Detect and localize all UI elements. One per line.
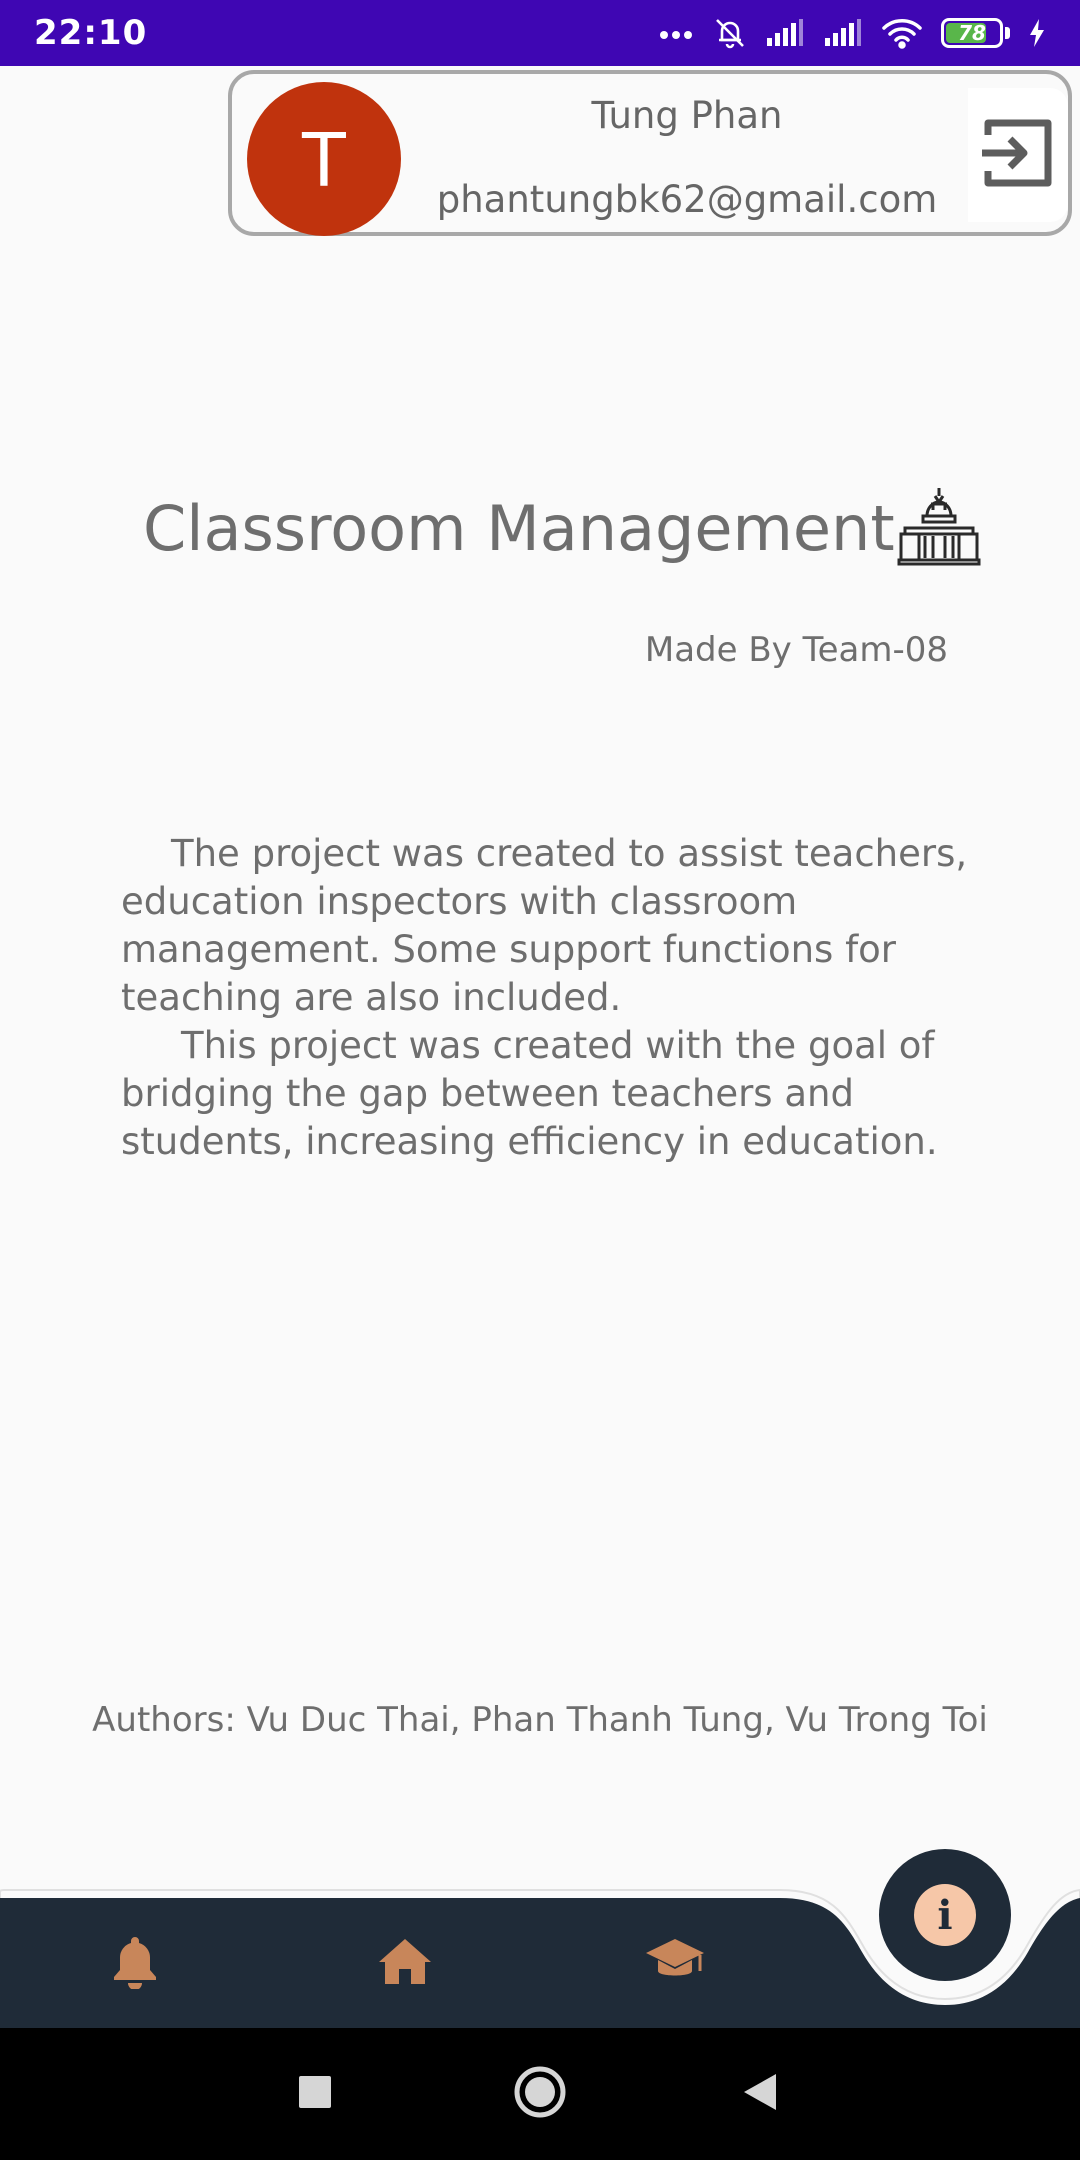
signal-icon	[823, 18, 863, 48]
info-icon: i	[914, 1884, 976, 1946]
wifi-icon	[881, 17, 923, 49]
description-paragraph: This project was created with the goal o…	[121, 1024, 938, 1163]
subtitle: Made By Team-08	[644, 630, 948, 670]
status-bar: 22:10 78	[0, 0, 1080, 66]
more-dots-icon	[659, 26, 695, 40]
nav-item-home[interactable]	[370, 1928, 440, 1998]
description-paragraph: The project was created to assist teache…	[121, 832, 968, 1019]
charging-icon	[1028, 18, 1046, 48]
recents-icon	[297, 2074, 333, 2114]
status-icons: 78	[659, 16, 1046, 50]
signal-icon	[765, 18, 805, 48]
back-icon	[742, 2072, 778, 2116]
authors: Authors: Vu Duc Thai, Phan Thanh Tung, V…	[92, 1700, 988, 1740]
bell-off-icon	[713, 16, 747, 50]
nav-item-notifications[interactable]	[100, 1928, 170, 1998]
page-title: Classroom Management	[143, 492, 895, 565]
info-button[interactable]: i	[879, 1849, 1011, 1981]
recents-button[interactable]	[280, 2028, 350, 2160]
user-card: T Tung Phan phantungbk62@gmail.com	[228, 70, 1072, 236]
battery-level: 78	[958, 21, 986, 45]
bell-icon	[110, 1933, 160, 1993]
graduation-cap-icon	[644, 1937, 706, 1989]
home-circle-icon	[513, 2065, 567, 2123]
nav-item-classes[interactable]	[640, 1928, 710, 1998]
system-home-button[interactable]	[505, 2028, 575, 2160]
building-icon	[897, 486, 981, 570]
user-name: Tung Phan	[591, 94, 783, 137]
logout-icon	[978, 113, 1058, 197]
system-nav	[0, 2028, 1080, 2160]
description: The project was created to assist teache…	[121, 830, 981, 1166]
status-time: 22:10	[34, 13, 148, 53]
home-icon	[377, 1936, 433, 1990]
avatar[interactable]: T	[247, 82, 401, 236]
battery-icon: 78	[941, 18, 1010, 48]
logout-button[interactable]	[968, 88, 1068, 222]
back-button[interactable]	[725, 2028, 795, 2160]
user-email: phantungbk62@gmail.com	[436, 178, 938, 221]
